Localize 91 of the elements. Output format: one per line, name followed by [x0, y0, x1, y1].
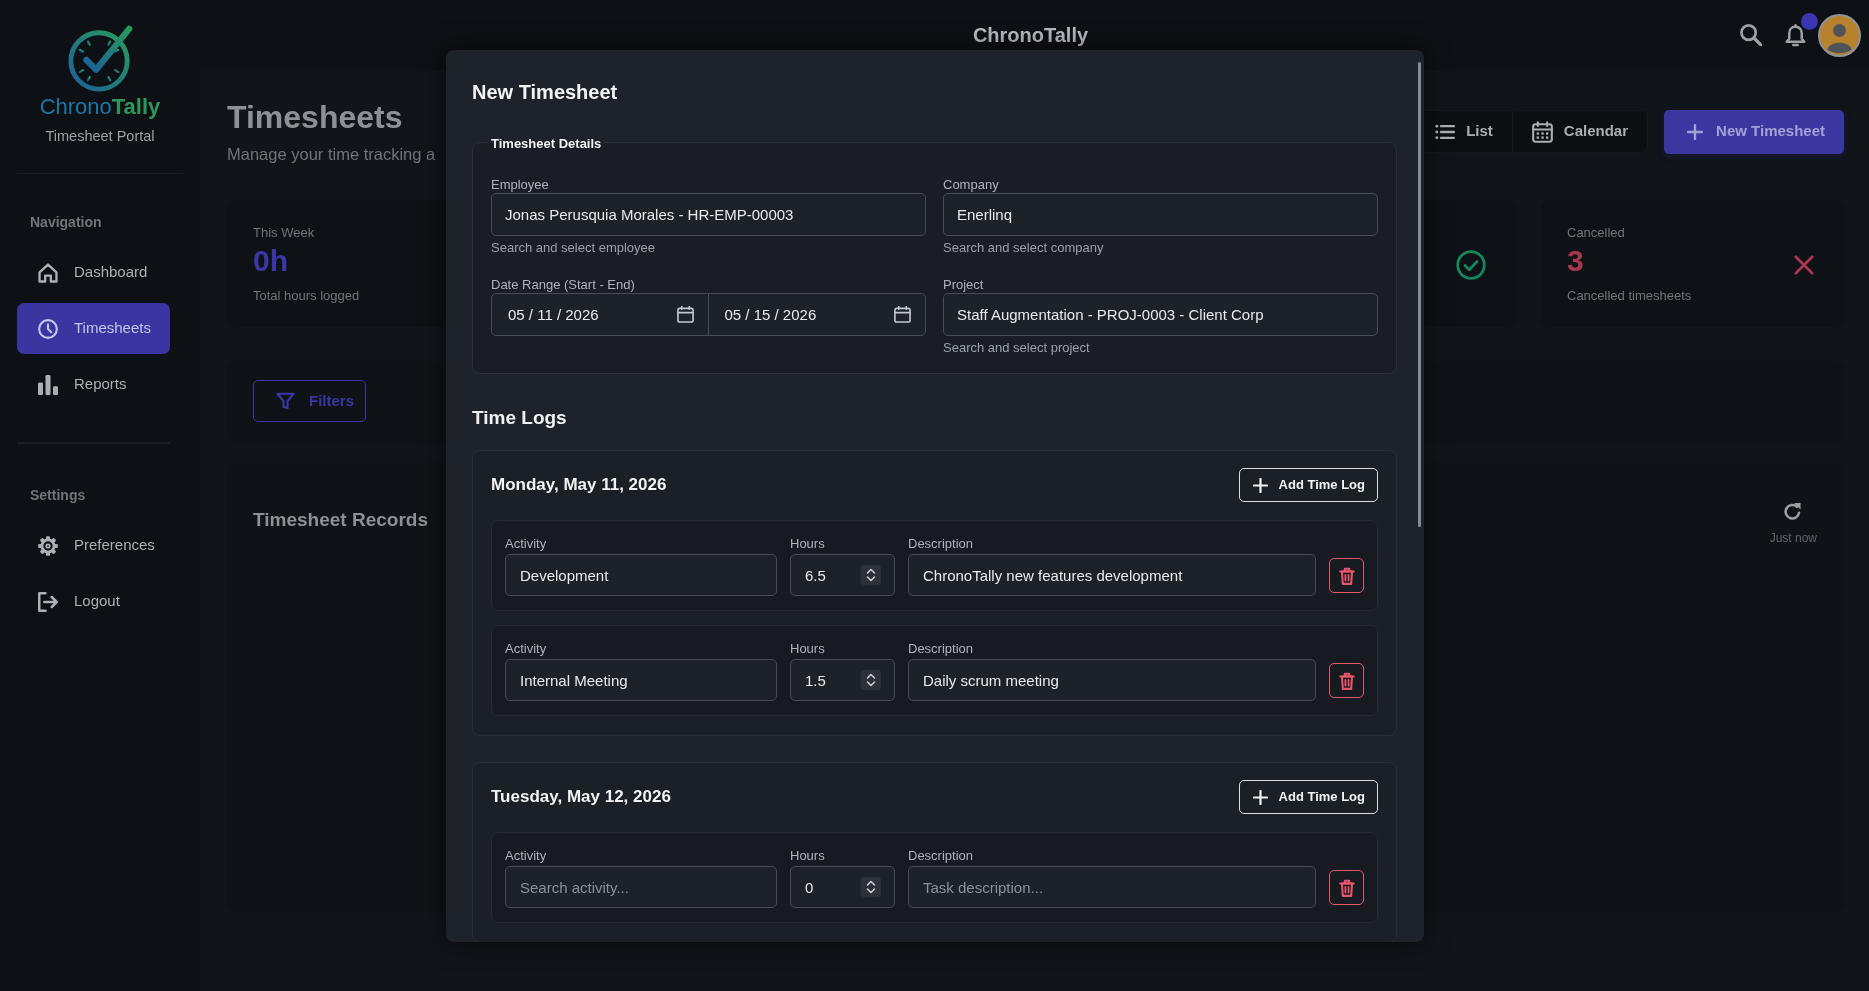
field-label: Hours [790, 640, 825, 658]
clock-check-logo-icon [66, 24, 134, 94]
field-label: Hours [790, 847, 825, 865]
section-heading: Settings [30, 486, 86, 505]
activity-field[interactable]: Development [505, 554, 777, 596]
clock-icon [38, 318, 58, 339]
delete-button[interactable] [1329, 870, 1364, 905]
bar-chart-icon [38, 374, 58, 395]
description-field[interactable]: Daily scrum meeting [908, 659, 1316, 701]
app-title: ChronoTally [972, 23, 1089, 48]
day-heading: Tuesday, May 12, 2026 [491, 786, 671, 808]
activity-field[interactable]: Search activity... [505, 866, 777, 908]
page-title: Timesheets [227, 98, 403, 137]
stat-value: 3 [1567, 243, 1584, 279]
nav-item[interactable]: Reports [17, 359, 170, 410]
stepper-arrows-icon [861, 565, 881, 585]
plus-icon [1687, 123, 1704, 140]
home-icon [38, 262, 58, 283]
stat-label: This Week [253, 224, 315, 242]
refresh-icon [1784, 502, 1803, 521]
trash-icon [1338, 878, 1355, 897]
trash-icon [1338, 566, 1355, 585]
scrollbar-thumb[interactable] [1418, 62, 1421, 527]
plus-icon [1252, 789, 1268, 805]
calendar-icon [1531, 120, 1553, 143]
view-button[interactable]: List [1416, 111, 1512, 152]
search-icon [1740, 24, 1762, 46]
hours-field[interactable]: 0 [790, 866, 895, 908]
user-avatar[interactable] [1818, 13, 1861, 57]
section-heading: Navigation [30, 213, 102, 232]
brand-name: ChronoTally [39, 94, 161, 120]
stepper-arrows-icon [861, 877, 881, 897]
field-label: Description [908, 640, 974, 658]
stepper-arrows-icon [861, 670, 881, 690]
field-label: Employee [491, 176, 549, 193]
hours-field[interactable]: 6.5 [790, 554, 895, 596]
field-label: Activity [505, 847, 547, 865]
list-icon [1435, 123, 1456, 140]
start-date-field[interactable]: 05 / 11 / 2026 [491, 293, 709, 336]
stat-caption: Cancelled timesheets [1567, 287, 1692, 305]
refresh-button[interactable] [1784, 502, 1803, 521]
field-label: Date Range (Start - End) [491, 276, 635, 293]
calendar-icon [894, 306, 911, 323]
help-text: Search and select company [943, 239, 1104, 256]
nav-item[interactable]: Dashboard [17, 247, 170, 298]
add-time-log-button[interactable]: Add Time Log [1238, 468, 1378, 502]
description-field[interactable]: Task description... [908, 866, 1316, 908]
help-text: Search and select project [943, 339, 1090, 356]
end-date-field[interactable]: 05 / 15 / 2026 [707, 293, 926, 336]
section-title: Time Logs [472, 406, 567, 430]
bell-icon [1785, 23, 1806, 47]
nav-item[interactable]: Preferences [17, 520, 170, 571]
activity-field[interactable]: Internal Meeting [505, 659, 777, 701]
project-field[interactable]: Staff Augmentation - PROJ-0003 - Client Corp [943, 293, 1378, 336]
notifications-button[interactable] [1785, 23, 1806, 47]
last-updated-text: Just now [1769, 530, 1817, 546]
trash-icon [1338, 671, 1355, 690]
gear-icon [38, 535, 58, 556]
help-text: Search and select employee [491, 239, 656, 256]
company-field[interactable]: Enerlinq [943, 193, 1378, 236]
new-timesheet-button[interactable]: New Timesheet [1664, 109, 1844, 154]
stat-value: 0h [253, 243, 288, 279]
field-label: Activity [505, 535, 547, 553]
field-label: Description [908, 535, 974, 553]
employee-field[interactable]: Jonas Perusquia Morales - HR-EMP-00003 [491, 193, 926, 236]
delete-button[interactable] [1329, 558, 1364, 593]
view-button[interactable]: Calendar [1511, 111, 1648, 152]
plus-icon [1252, 477, 1268, 493]
logout-icon [38, 591, 58, 612]
field-label: Hours [790, 535, 825, 553]
stat-label: Cancelled [1567, 224, 1625, 242]
filter-icon [276, 392, 295, 410]
nav-item[interactable]: Timesheets [17, 303, 170, 354]
brand-subtitle: Timesheet Portal [45, 127, 155, 146]
calendar-icon [676, 306, 694, 323]
section-title: Timesheet Records [253, 508, 428, 532]
field-label: Company [943, 176, 999, 193]
field-label: Description [908, 847, 974, 865]
nav-item[interactable]: Logout [17, 576, 170, 627]
description-field[interactable]: ChronoTally new features development [908, 554, 1316, 596]
field-label: Activity [505, 640, 547, 658]
modal-title: New Timesheet [472, 80, 618, 104]
cross-icon [1794, 254, 1814, 275]
field-label: Project [943, 276, 984, 293]
stat-caption: Total hours logged [253, 287, 360, 305]
delete-button[interactable] [1329, 663, 1364, 698]
day-heading: Monday, May 11, 2026 [491, 474, 667, 496]
add-time-log-button[interactable]: Add Time Log [1238, 780, 1378, 814]
hours-field[interactable]: 1.5 [790, 659, 895, 701]
search-button[interactable] [1740, 24, 1762, 46]
page-subtitle: Manage your time tracking a [227, 144, 436, 165]
